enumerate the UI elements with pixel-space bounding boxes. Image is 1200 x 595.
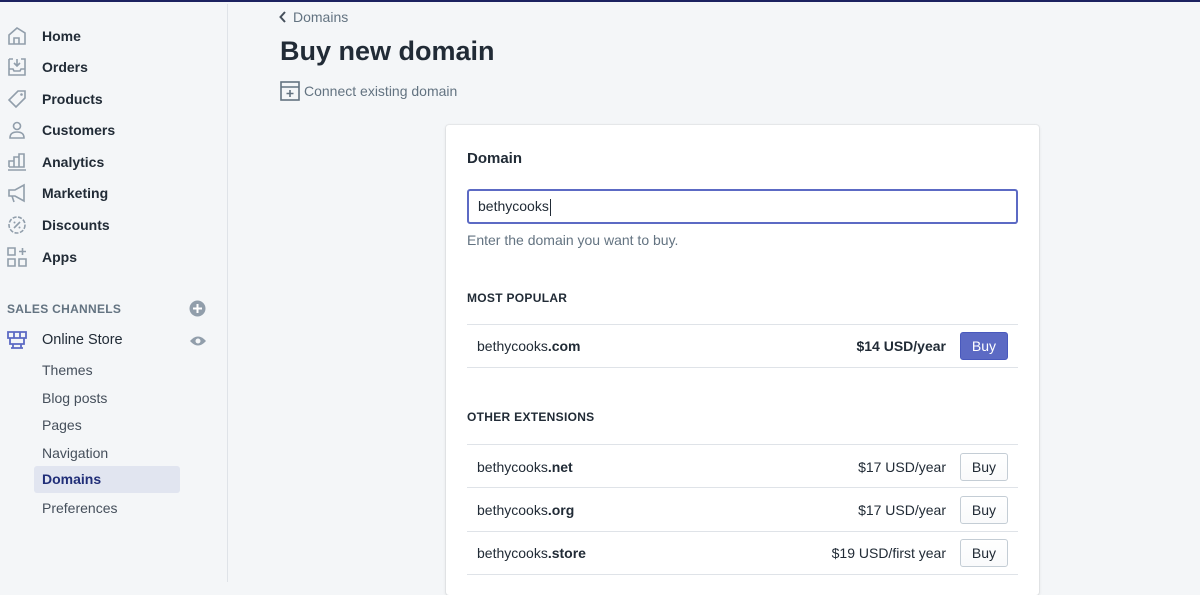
domain-row: bethycooks.org $17 USD/year Buy [467,487,1018,531]
buy-button[interactable]: Buy [959,452,1008,481]
sidebar: Home Orders Products Customers Analytics… [0,4,228,582]
sidebar-subitem-navigation[interactable]: Navigation [34,440,180,467]
other-extensions-heading: OTHER EXTENSIONS [467,410,595,424]
orders-icon [8,58,26,76]
buy-button[interactable]: Buy [959,332,1008,360]
domain-row: bethycooks.net $17 USD/year Buy [467,444,1018,488]
domain-name: bethycooks.org [477,501,575,518]
connect-domain-icon [280,81,300,101]
home-icon [8,27,26,45]
domain-price: $17 USD/year [858,458,946,475]
view-store-eye-icon[interactable] [189,335,207,347]
sidebar-subitem-themes[interactable]: Themes [34,357,180,384]
main-content: Domains Buy new domain Connect existing … [229,2,1200,595]
domain-price: $19 USD/first year [831,545,946,561]
buy-button[interactable]: Buy [959,539,1008,567]
bar-chart-icon [8,153,26,171]
megaphone-icon [8,183,25,203]
discount-icon [8,216,26,234]
sidebar-subitem-preferences[interactable]: Preferences [34,495,180,522]
chevron-left-icon [279,11,286,23]
person-icon [9,121,25,139]
domain-row: bethycooks.store $19 USD/first year Buy [467,531,1018,575]
text-caret [549,198,551,216]
domain-name: bethycooks.com [477,338,581,354]
domain-name: bethycooks.store [477,545,586,561]
domain-row: bethycooks.com $14 USD/year Buy [467,324,1018,368]
domain-card: Domain bethycooks Enter the domain you w… [446,125,1039,595]
sidebar-subitem-domains[interactable]: Domains [34,466,180,493]
card-title: Domain [467,150,523,167]
domain-name: bethycooks.net [477,458,573,475]
breadcrumb-back[interactable]: Domains [279,9,348,25]
page-title: Buy new domain [280,36,495,66]
domain-price: $17 USD/year [858,501,946,518]
sales-channels-heading: SALES CHANNELS [7,302,122,316]
sidebar-subitem-pages[interactable]: Pages [34,412,180,439]
domain-price: $14 USD/year [856,338,946,354]
sidebar-subitem-blog-posts[interactable]: Blog posts [34,385,180,412]
connect-existing-domain-link[interactable]: Connect existing domain [280,81,457,101]
most-popular-heading: MOST POPULAR [467,291,568,305]
store-icon [7,331,27,349]
add-channel-icon[interactable] [189,300,206,317]
domain-input[interactable]: bethycooks [467,189,1018,224]
buy-button[interactable]: Buy [959,495,1008,524]
apps-icon [7,247,27,267]
tag-icon [7,90,26,109]
domain-help-text: Enter the domain you want to buy. [467,232,679,248]
